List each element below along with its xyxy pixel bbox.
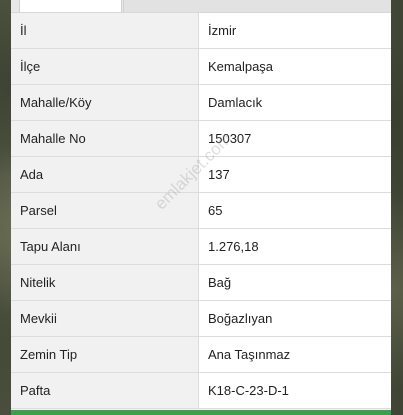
table-row: Ada 137 (11, 157, 391, 193)
row-label: Zemin Tip (11, 337, 199, 372)
table-row: Zemin Tip Ana Taşınmaz (11, 337, 391, 373)
row-value: 150307 (199, 121, 391, 156)
parcel-table: İl İzmir İlçe Kemalpaşa Mahalle/Köy Daml… (11, 12, 391, 409)
row-value: Bağ (199, 265, 391, 300)
row-value: Ana Taşınmaz (199, 337, 391, 372)
table-row: İlçe Kemalpaşa (11, 49, 391, 85)
row-value: K18-C-23-D-1 (199, 373, 391, 408)
table-row: Pafta K18-C-23-D-1 (11, 373, 391, 409)
action-button-edge[interactable] (11, 410, 391, 415)
tab-bar (11, 0, 391, 12)
table-row: Parsel 65 (11, 193, 391, 229)
table-row: İl İzmir (11, 13, 391, 49)
row-label: Parsel (11, 193, 199, 228)
row-value: Damlacık (199, 85, 391, 120)
row-value: 1.276,18 (199, 229, 391, 264)
row-value: Kemalpaşa (199, 49, 391, 84)
row-label: Mahalle No (11, 121, 199, 156)
row-label: Mevkii (11, 301, 199, 336)
row-label: Pafta (11, 373, 199, 408)
row-label: Ada (11, 157, 199, 192)
table-row: Mahalle No 150307 (11, 121, 391, 157)
table-row: Mevkii Boğazlıyan (11, 301, 391, 337)
row-label: Mahalle/Köy (11, 85, 199, 120)
row-value: İzmir (199, 13, 391, 48)
tab-active[interactable] (19, 0, 122, 12)
row-label: Nitelik (11, 265, 199, 300)
row-value: 137 (199, 157, 391, 192)
table-row: Mahalle/Köy Damlacık (11, 85, 391, 121)
row-label: İl (11, 13, 199, 48)
row-label: Tapu Alanı (11, 229, 199, 264)
tab-inactive[interactable] (123, 0, 391, 12)
parcel-info-panel: İl İzmir İlçe Kemalpaşa Mahalle/Köy Daml… (11, 0, 391, 415)
row-value: Boğazlıyan (199, 301, 391, 336)
table-row: Tapu Alanı 1.276,18 (11, 229, 391, 265)
row-label: İlçe (11, 49, 199, 84)
table-row: Nitelik Bağ (11, 265, 391, 301)
row-value: 65 (199, 193, 391, 228)
